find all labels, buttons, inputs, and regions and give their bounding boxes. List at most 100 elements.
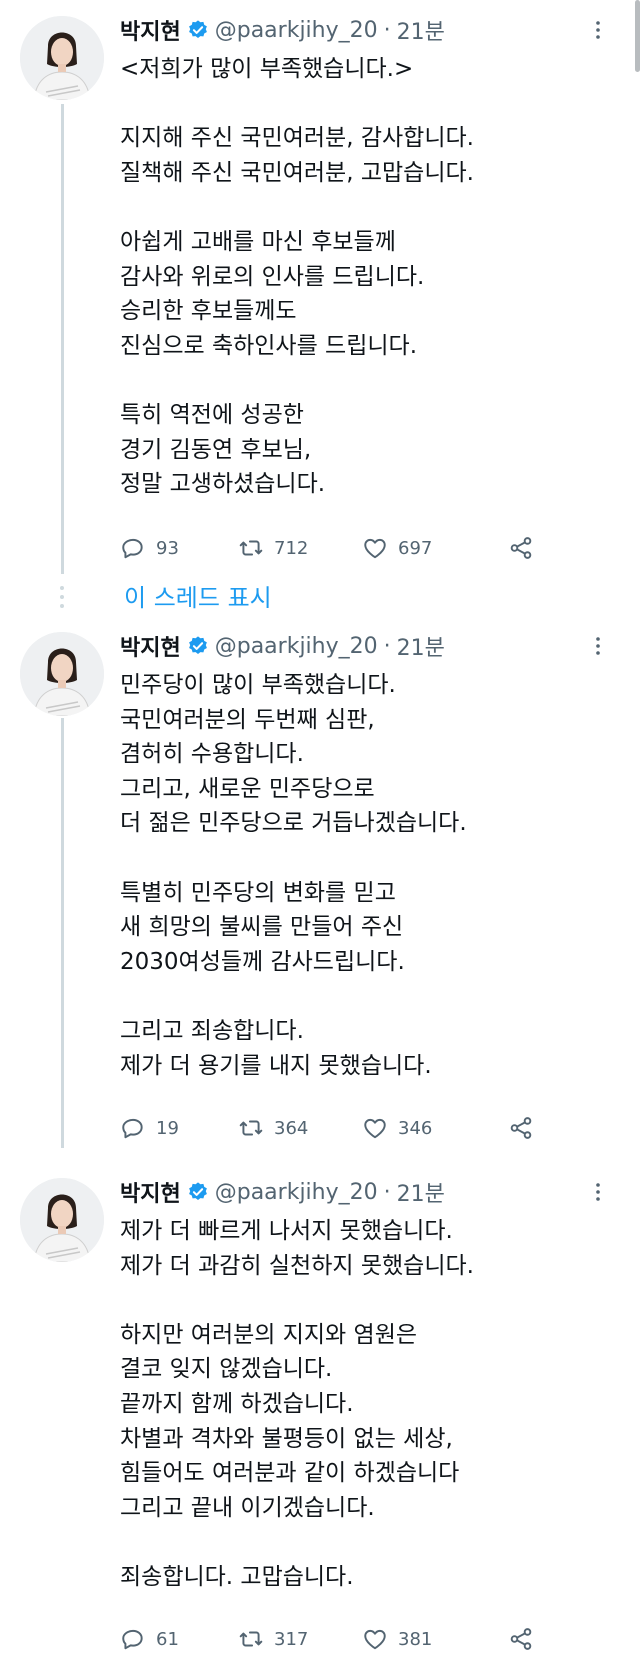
- tweet-line: [120, 1525, 620, 1560]
- tweet-line: [120, 1283, 620, 1318]
- tweet-line: [120, 979, 620, 1014]
- retweet-count: 364: [274, 1117, 309, 1139]
- tweet-line: 힘들어도 여러분과 같이 하겠습니다: [120, 1460, 460, 1487]
- tweet-line: [120, 87, 620, 122]
- like-icon: [364, 1118, 386, 1139]
- tweet-line: 국민여러분의 두번째 심판,: [120, 706, 375, 733]
- timestamp[interactable]: 21분: [397, 630, 445, 662]
- tweet-line: 정말 고생하셨습니다.: [120, 471, 326, 498]
- retweet-button[interactable]: 364: [238, 1113, 308, 1143]
- display-name[interactable]: 박지현: [120, 1176, 181, 1208]
- tweet-line: 하지만 여러분의 지지와 염원은: [120, 1321, 418, 1348]
- reply-button[interactable]: 19: [120, 1113, 179, 1143]
- tweet-line: 그리고, 새로운 민주당으로: [120, 775, 375, 802]
- reply-icon: [122, 1629, 143, 1650]
- reply-icon: [122, 538, 143, 559]
- tweet-line: 질책해 주신 국민여러분, 고맙습니다.: [120, 159, 474, 186]
- tweet-line: 제가 더 빠르게 나서지 못했습니다.: [120, 1218, 453, 1244]
- handle[interactable]: @paarkjihy_20: [215, 18, 378, 43]
- thread-dots: [60, 586, 64, 613]
- thread-line: [61, 104, 64, 574]
- verified-badge-icon: [187, 19, 209, 41]
- handle[interactable]: @paarkjihy_20: [215, 1180, 378, 1205]
- tweet-line: 경기 김동연 후보님,: [120, 436, 312, 463]
- tweet-line: [120, 841, 620, 876]
- like-count: 381: [398, 1628, 433, 1650]
- retweet-button[interactable]: 317: [238, 1624, 308, 1654]
- show-thread-link[interactable]: 이 스레드 표시: [124, 578, 272, 613]
- share-icon: [510, 537, 532, 559]
- tweet-line: 새 희망의 불씨를 만들어 주신: [120, 914, 404, 941]
- retweet-icon: [239, 1631, 263, 1647]
- handle[interactable]: @paarkjihy_20: [215, 634, 378, 659]
- share-icon: [510, 1628, 532, 1650]
- share-button[interactable]: [508, 533, 534, 563]
- separator-dot: ·: [383, 17, 391, 43]
- tweet-line: 결코 잊지 않겠습니다.: [120, 1356, 333, 1383]
- like-icon: [364, 1629, 386, 1650]
- tweet-line: 죄송합니다. 고맙습니다.: [120, 1563, 354, 1590]
- avatar[interactable]: [20, 16, 104, 100]
- more-options-icon[interactable]: [586, 634, 610, 658]
- tweet-line: 차별과 격차와 불평등이 없는 세상,: [120, 1425, 453, 1452]
- share-button[interactable]: [508, 1113, 534, 1143]
- tweet-line: 특히 역전에 성공한: [120, 401, 304, 428]
- tweet-line: [120, 363, 620, 398]
- tweet-line: 제가 더 용기를 내지 못했습니다.: [120, 1052, 432, 1079]
- verified-badge-icon: [187, 635, 209, 657]
- reply-count: 61: [156, 1628, 179, 1650]
- more-options-icon[interactable]: [586, 18, 610, 42]
- tweet-text: <저희가 많이 부족했습니다.> 지지해 주신 국민여러분, 감사합니다. 질책…: [120, 52, 620, 502]
- retweet-icon: [239, 1120, 263, 1136]
- tweet-line: 그리고 끝내 이기겠습니다.: [120, 1494, 375, 1521]
- tweet-line: 2030여성들께 감사드립니다.: [120, 948, 405, 975]
- more-options-icon[interactable]: [586, 1180, 610, 1204]
- timestamp[interactable]: 21분: [397, 14, 445, 46]
- tweet-line: 특별히 민주당의 변화를 믿고: [120, 879, 396, 906]
- tweet-line: 겸허히 수용합니다.: [120, 741, 304, 768]
- tweet-line: [120, 190, 620, 225]
- retweet-icon: [239, 540, 263, 556]
- reply-button[interactable]: 93: [120, 533, 179, 563]
- share-button[interactable]: [508, 1624, 534, 1654]
- action-bar: 93 712 697: [120, 533, 540, 563]
- tweet-line: 승리한 후보들께도: [120, 298, 297, 325]
- tweet-line: <저희가 많이 부족했습니다.>: [120, 56, 414, 82]
- reply-count: 19: [156, 1117, 179, 1139]
- tweet-line: 지지해 주신 국민여러분, 감사합니다.: [120, 125, 474, 152]
- avatar[interactable]: [20, 632, 104, 716]
- retweet-count: 712: [274, 537, 309, 559]
- tweet-line: 제가 더 과감히 실천하지 못했습니다.: [120, 1252, 474, 1279]
- timestamp[interactable]: 21분: [397, 1176, 445, 1208]
- like-button[interactable]: 346: [362, 1113, 432, 1143]
- verified-badge-icon: [187, 1181, 209, 1203]
- tweet-line: 끝까지 함께 하겠습니다.: [120, 1390, 354, 1417]
- display-name[interactable]: 박지현: [120, 14, 181, 46]
- tweet-line: 진심으로 축하인사를 드립니다.: [120, 332, 418, 359]
- tweet-line: 아쉽게 고배를 마신 후보들께: [120, 228, 396, 255]
- display-name[interactable]: 박지현: [120, 630, 181, 662]
- avatar[interactable]: [20, 1178, 104, 1262]
- like-count: 697: [398, 537, 433, 559]
- like-button[interactable]: 381: [362, 1624, 432, 1654]
- action-bar: 19 364 346: [120, 1113, 540, 1143]
- scrollbar[interactable]: [635, 0, 640, 72]
- tweet-line: 민주당이 많이 부족했습니다.: [120, 672, 396, 698]
- like-icon: [364, 538, 386, 559]
- tweet-text: 민주당이 많이 부족했습니다. 국민여러분의 두번째 심판, 겸허히 수용합니다…: [120, 668, 620, 1083]
- like-button[interactable]: 697: [362, 533, 432, 563]
- tweet-line: 감사와 위로의 인사를 드립니다.: [120, 263, 425, 290]
- reply-button[interactable]: 61: [120, 1624, 179, 1654]
- tweet-text: 제가 더 빠르게 나서지 못했습니다. 제가 더 과감히 실천하지 못했습니다.…: [120, 1214, 620, 1595]
- retweet-button[interactable]: 712: [238, 533, 308, 563]
- action-bar: 61 317 381: [120, 1624, 540, 1654]
- separator-dot: ·: [383, 1179, 391, 1205]
- separator-dot: ·: [383, 633, 391, 659]
- reply-count: 93: [156, 537, 179, 559]
- thread-line: [61, 718, 64, 1148]
- like-count: 346: [398, 1117, 433, 1139]
- share-icon: [510, 1117, 532, 1139]
- retweet-count: 317: [274, 1628, 309, 1650]
- tweet-line: 그리고 죄송합니다.: [120, 1017, 304, 1044]
- reply-icon: [122, 1118, 143, 1139]
